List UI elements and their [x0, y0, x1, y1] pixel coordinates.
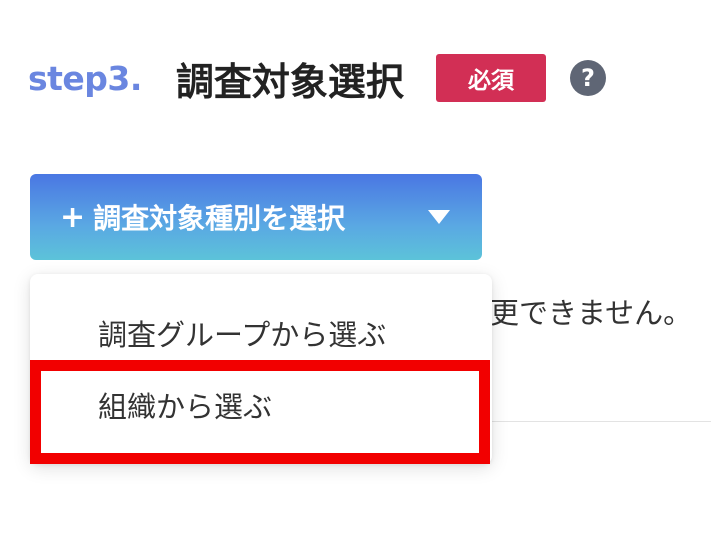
- divider: [480, 421, 711, 422]
- select-target-type-label: 調査対象種別を選択: [93, 202, 346, 235]
- step-header: step3. 調査対象選択 必須 ?: [28, 48, 606, 108]
- menu-item-select-from-survey-group[interactable]: 調査グループから選ぶ: [30, 300, 492, 366]
- dropdown-menu: 調査グループから選ぶ 組織から選ぶ: [30, 274, 492, 464]
- select-target-type-button[interactable]: + 調査対象種別を選択: [30, 174, 482, 260]
- page: step3. 調査対象選択 必須 ? + 調査対象種別を選択 更できません。 調…: [0, 0, 711, 550]
- required-badge: 必須: [435, 54, 546, 102]
- menu-item-select-from-organization[interactable]: 組織から選ぶ: [30, 370, 492, 440]
- caret-down-icon: [428, 210, 450, 224]
- step-label: step3.: [28, 58, 142, 98]
- step-title: 調査対象選択: [175, 59, 404, 104]
- plus-icon: +: [60, 199, 86, 235]
- background-text: 更できません。: [490, 296, 693, 330]
- help-icon[interactable]: ?: [569, 60, 606, 96]
